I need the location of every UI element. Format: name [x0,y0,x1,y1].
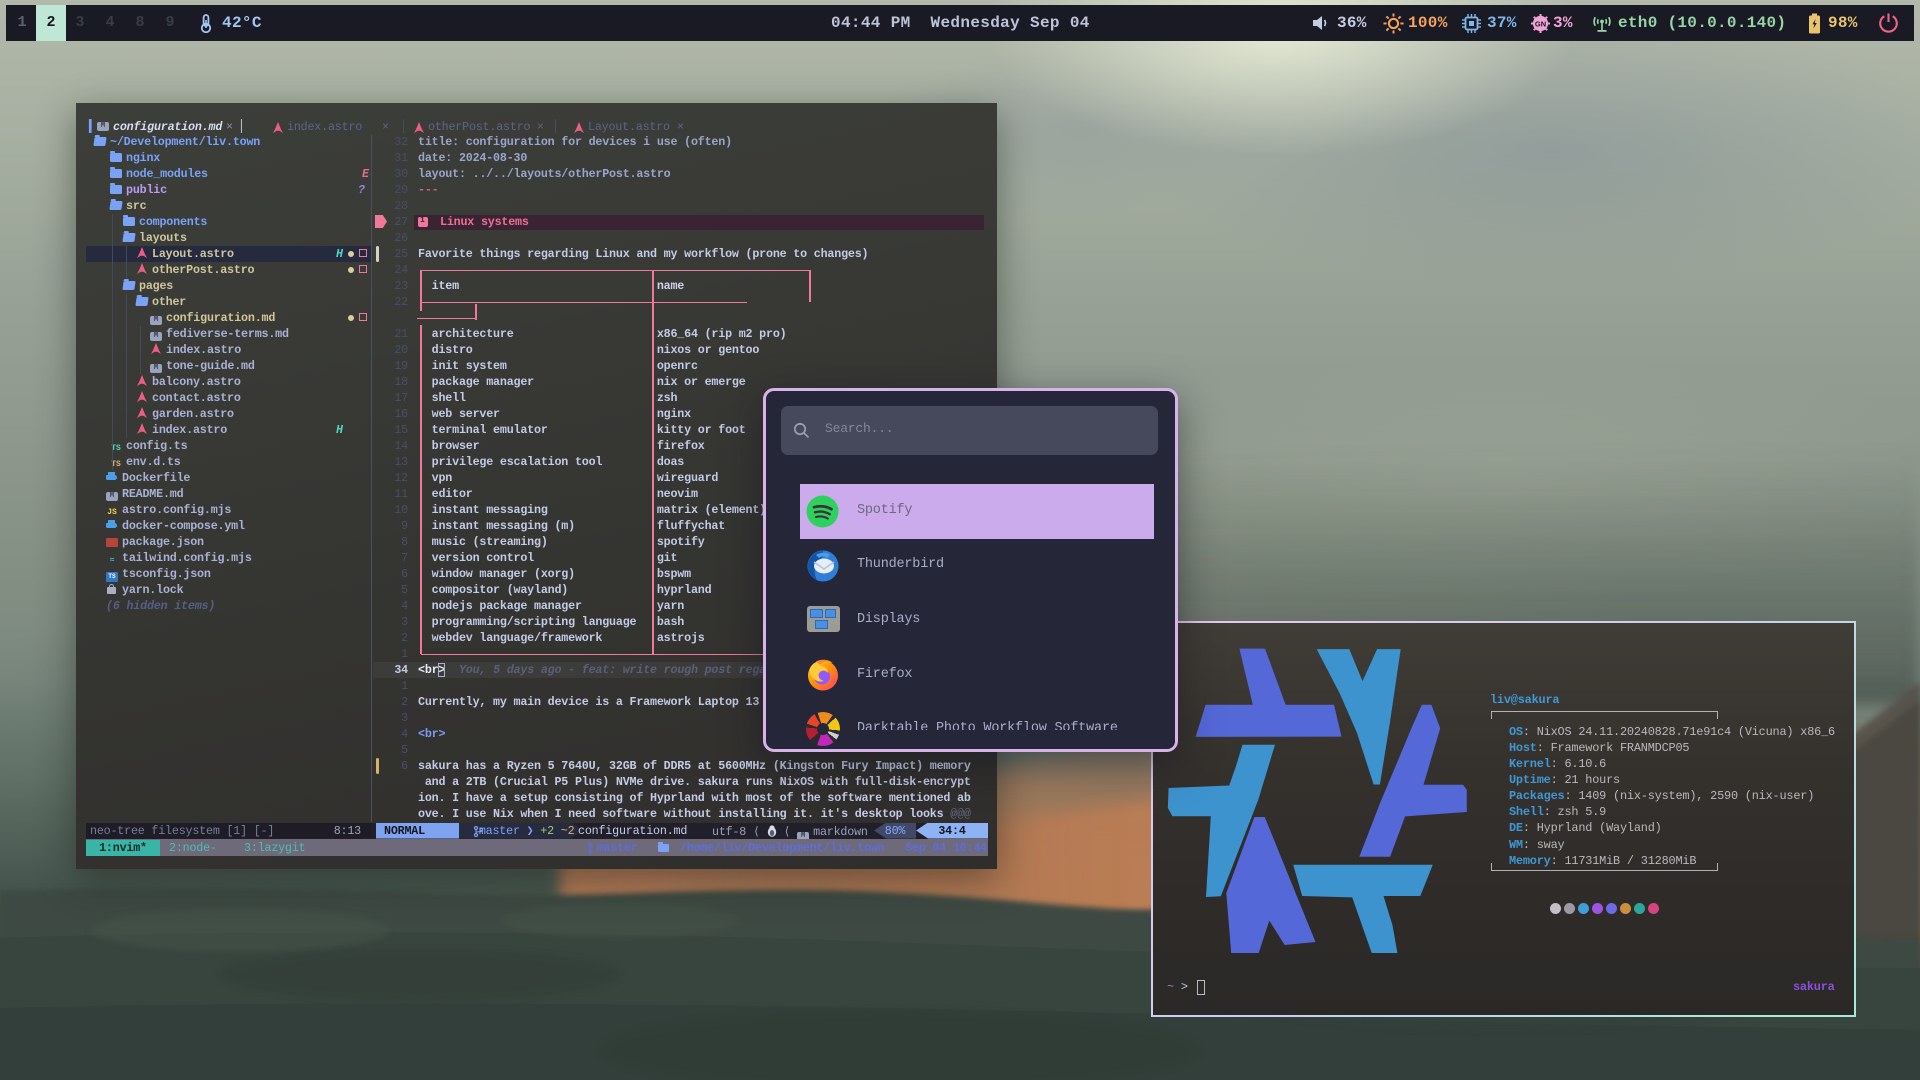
svg-text:GN: GN [1535,19,1546,28]
